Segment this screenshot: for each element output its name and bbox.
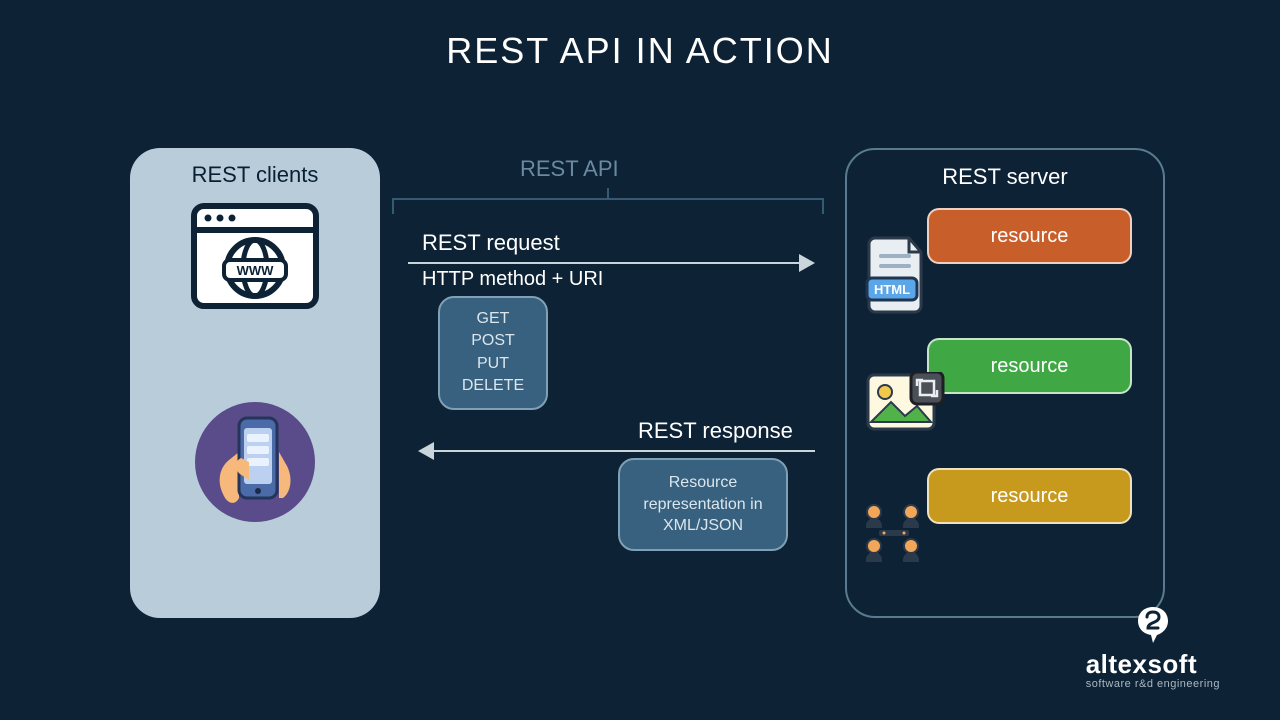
server-panel: REST server resource HTML resource	[845, 148, 1165, 618]
method-get: GET	[440, 308, 546, 330]
http-methods-box: GET POST PUT DELETE	[438, 296, 548, 410]
svg-text:WWW: WWW	[237, 263, 275, 278]
browser-icon: WWW	[190, 202, 320, 312]
resource-box-2: resource	[927, 338, 1132, 394]
people-icon	[861, 502, 935, 566]
method-post: POST	[440, 330, 546, 352]
method-put: PUT	[440, 353, 546, 375]
resource-row-1: resource HTML	[847, 208, 1163, 318]
resource-box-3: resource	[927, 468, 1132, 524]
rest-api-label: REST API	[520, 156, 619, 182]
response-box: Resource representation in XML/JSON	[618, 458, 788, 551]
response-label: REST response	[638, 418, 793, 444]
request-arrow	[408, 262, 813, 264]
response-arrow	[420, 450, 815, 452]
brand-logo: altexsoft software r&d engineering	[1086, 605, 1220, 690]
clients-panel: REST clients WWW	[130, 148, 380, 618]
page-title: REST API IN ACTION	[0, 0, 1280, 72]
resource-row-2: resource	[847, 338, 1163, 448]
resource-box-1: resource	[927, 208, 1132, 264]
image-file-icon	[865, 372, 945, 438]
request-label: REST request	[422, 230, 560, 256]
resource-row-3: resource	[847, 468, 1163, 578]
request-sublabel: HTTP method + URI	[422, 268, 603, 291]
logo-icon	[1136, 605, 1170, 645]
method-delete: DELETE	[440, 375, 546, 397]
logo-tagline: software r&d engineering	[1086, 678, 1220, 690]
html-file-icon: HTML	[865, 236, 929, 314]
diagram-area: REST clients WWW	[0, 100, 1280, 670]
bracket	[392, 188, 824, 208]
svg-text:HTML: HTML	[874, 282, 910, 297]
clients-title: REST clients	[130, 162, 380, 188]
mobile-icon	[195, 402, 315, 522]
logo-name: altexsoft	[1086, 649, 1220, 680]
server-title: REST server	[847, 164, 1163, 190]
